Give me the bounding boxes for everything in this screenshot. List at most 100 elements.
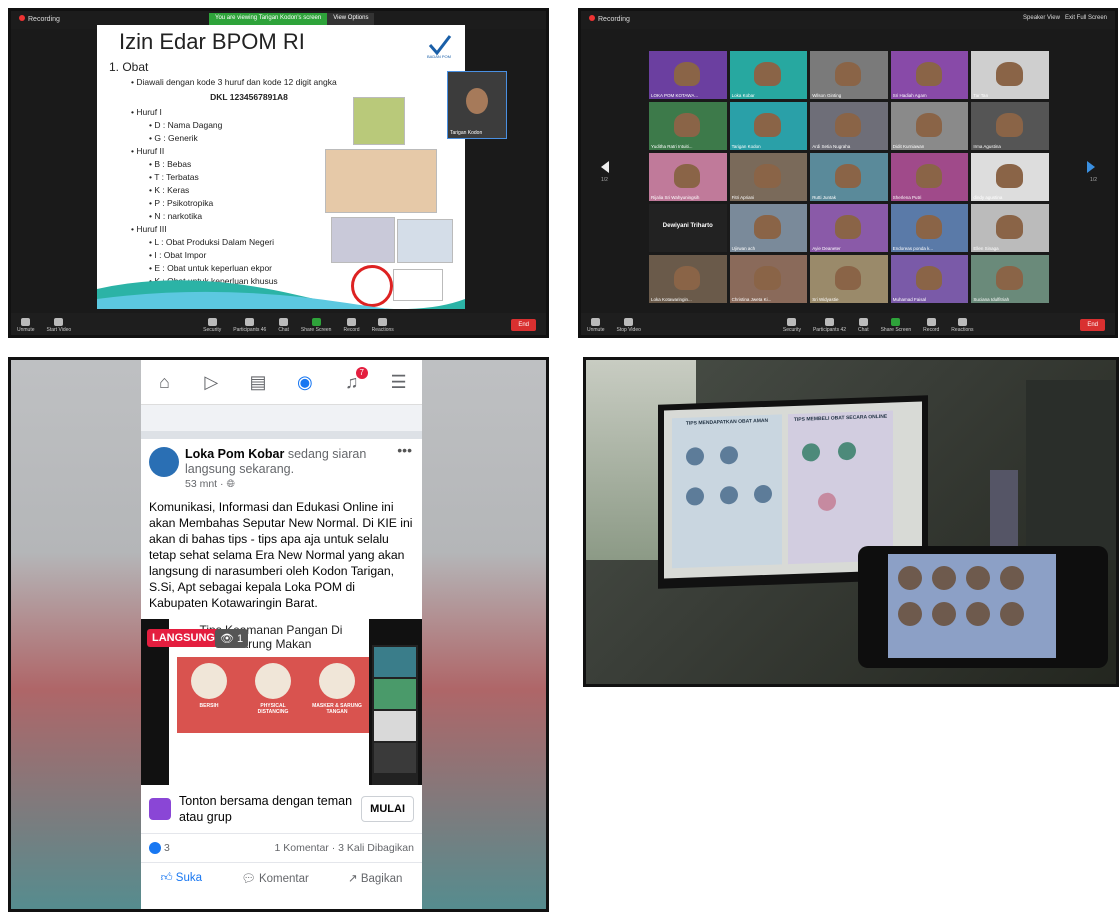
share-button[interactable]: ↗ Bagikan [348, 871, 402, 885]
shield-icon [207, 318, 217, 326]
participant-tile[interactable]: Rijalia Sri Wahyuningsih [649, 153, 727, 201]
chat-button[interactable]: Chat [278, 318, 289, 333]
participant-tile[interactable]: Fitri Apriani [729, 153, 808, 201]
next-page-arrow-icon[interactable] [1087, 161, 1095, 173]
participant-tile[interactable]: Rutti Juntak [810, 153, 888, 201]
poster-icon [818, 492, 836, 512]
start-watch-party-button[interactable]: MULAI [361, 796, 414, 822]
page-name-link[interactable]: Loka Pom Kobar [185, 447, 284, 461]
participant-tile[interactable]: LOKA POM KOTAWA... [649, 51, 727, 99]
participant-tile[interactable]: Tarigan Kodon [729, 102, 808, 150]
participant-tile[interactable]: Tar Tan [971, 51, 1049, 99]
group-item-text: G : Generik [154, 133, 198, 143]
security-button[interactable]: Security [783, 318, 801, 333]
participants-button[interactable]: Participants 46 [233, 318, 266, 333]
record-button[interactable]: Record [923, 318, 939, 333]
participant-tile[interactable]: Christina Jweta Ki... [729, 255, 808, 303]
live-video-player[interactable]: Tips Keamanan Pangan Di Warung Makan BER… [141, 619, 422, 785]
participant-video [835, 61, 862, 86]
screen-thumb [966, 566, 990, 590]
blurred-background [11, 360, 141, 909]
participant-tile[interactable]: dindy agustina [971, 153, 1049, 201]
home-icon[interactable]: ⌂ [153, 371, 175, 393]
share-screen-button[interactable]: Share Screen [881, 318, 911, 333]
participant-video [835, 265, 862, 290]
poster-icon [802, 443, 820, 462]
like-button[interactable]: 👍︎ Suka [161, 871, 202, 885]
notifications-bell-icon[interactable]: ♫ 7 [341, 367, 368, 393]
viewing-banner: You are viewing Tarigan Kodon's screen [209, 13, 328, 25]
chat-button[interactable]: Chat [858, 318, 869, 333]
watch-icon[interactable]: ▷ [200, 371, 222, 393]
participant-tile[interactable]: Yuditha Ratri Intuiti... [649, 102, 727, 150]
menu-icon[interactable]: ☰ [388, 371, 410, 393]
shelf [1026, 380, 1116, 560]
unmute-button[interactable]: Unmute [17, 318, 35, 333]
participant-tile[interactable]: Irma Agustina [971, 102, 1049, 150]
more-options-icon[interactable]: ••• [397, 442, 412, 458]
stop-video-button[interactable]: Stop Video [617, 318, 641, 333]
participant-name: LOKA POM KOTAWA... [651, 93, 699, 98]
marketplace-icon[interactable]: ▤ [247, 371, 269, 393]
profile-icon[interactable]: ◉ [294, 371, 316, 393]
group-item-text: L : Obat Produksi Dalam Negeri [154, 237, 275, 247]
poster-icon [838, 441, 856, 461]
participants-button[interactable]: Participants 42 [813, 318, 846, 333]
start-video-button[interactable]: Start Video [47, 318, 71, 333]
end-meeting-button[interactable]: End [1080, 319, 1105, 331]
reactions-button[interactable]: Reactions [951, 318, 974, 333]
participant-tile[interactable]: Muhamad Faisal [890, 255, 969, 303]
participant-video [754, 214, 781, 239]
reactions-button[interactable]: Reactions [372, 318, 394, 333]
comment-button[interactable]: 💬︎ Komentar [241, 871, 309, 885]
participant-tile[interactable]: Ellen Sinaga [971, 204, 1049, 252]
exit-full-screen-button[interactable]: Exit Full Screen [1065, 15, 1107, 21]
slide-intro: • Diawali dengan kode 3 huruf dan kode 1… [131, 77, 337, 87]
watch-party-row: Tonton bersama dengan teman atau grup MU… [141, 785, 422, 834]
participants-label: Participants [812, 327, 840, 333]
view-options-button[interactable]: View Options [327, 13, 375, 25]
toolbar-label: Participants 46 [233, 327, 266, 333]
participant-grid: LOKA POM KOTAWA... Loka Kobar Wilson Ginti… [649, 51, 1049, 303]
participant-tile[interactable]: Ayie Deaneter [810, 204, 888, 252]
live-badge: LANGSUNG [147, 629, 220, 647]
participant-video [915, 61, 942, 86]
page-avatar[interactable] [149, 447, 179, 477]
poster-left-title: TIPS MENDAPATKAN OBAT AMAN [685, 417, 769, 427]
record-button[interactable]: Record [343, 318, 360, 333]
comments-shares[interactable]: 1 Komentar · 3 Kali Dibagikan [275, 842, 415, 854]
zoom-top-bar: Recording Speaker View Exit Full Screen [581, 11, 1115, 29]
participant-tile[interactable]: Ujirwan ach [729, 204, 808, 252]
security-button[interactable]: Security [203, 318, 221, 333]
record-dot-icon [589, 15, 595, 21]
speaker-thumbnail[interactable]: Tarigan Kodon [447, 71, 507, 139]
screen-thumb [1000, 566, 1024, 590]
participant-tile[interactable]: Loka Kotawaringin... [649, 255, 727, 303]
participant-tile[interactable]: Loka Kobar [729, 51, 808, 99]
toolbar-label: Chat [278, 327, 289, 333]
participant-tile[interactable]: Sri Hadiah Agam [890, 51, 969, 99]
participant-video [915, 112, 942, 137]
participant-tile[interactable]: Dewiyani Triharto [649, 204, 727, 252]
participant-tile[interactable]: Sherlena Putri [890, 153, 969, 201]
participant-name: Ardi Setia Nugraha [812, 144, 851, 149]
speaker-view-button[interactable]: Speaker View [1023, 15, 1060, 21]
share-label: Bagikan [360, 873, 403, 886]
participant-tile[interactable]: Endoreas ponda k... [890, 204, 969, 252]
unmute-button[interactable]: Unmute [587, 318, 605, 333]
viewer-count-value: 1 [237, 633, 244, 645]
share-screen-button[interactable]: Share Screen [301, 318, 331, 333]
smartphone-screen [888, 554, 1056, 658]
participant-tile[interactable]: Didit Kurniawan [890, 102, 969, 150]
speaker-face [466, 88, 488, 114]
participant-tile[interactable]: Sri Widyastie [810, 255, 888, 303]
participants-icon [245, 318, 255, 326]
like-count[interactable]: 3 [149, 842, 170, 855]
page-indicator-left: 1/2 [601, 177, 608, 183]
participant-thumb [374, 743, 416, 773]
end-meeting-button[interactable]: End [511, 319, 536, 331]
participant-tile[interactable]: Ardi Setia Nugraha [810, 102, 888, 150]
participant-tile[interactable]: Suciana Idulfitriah [971, 255, 1049, 303]
previous-page-arrow-icon[interactable] [601, 161, 609, 173]
participant-tile[interactable]: Wilson Ginting [810, 51, 888, 99]
